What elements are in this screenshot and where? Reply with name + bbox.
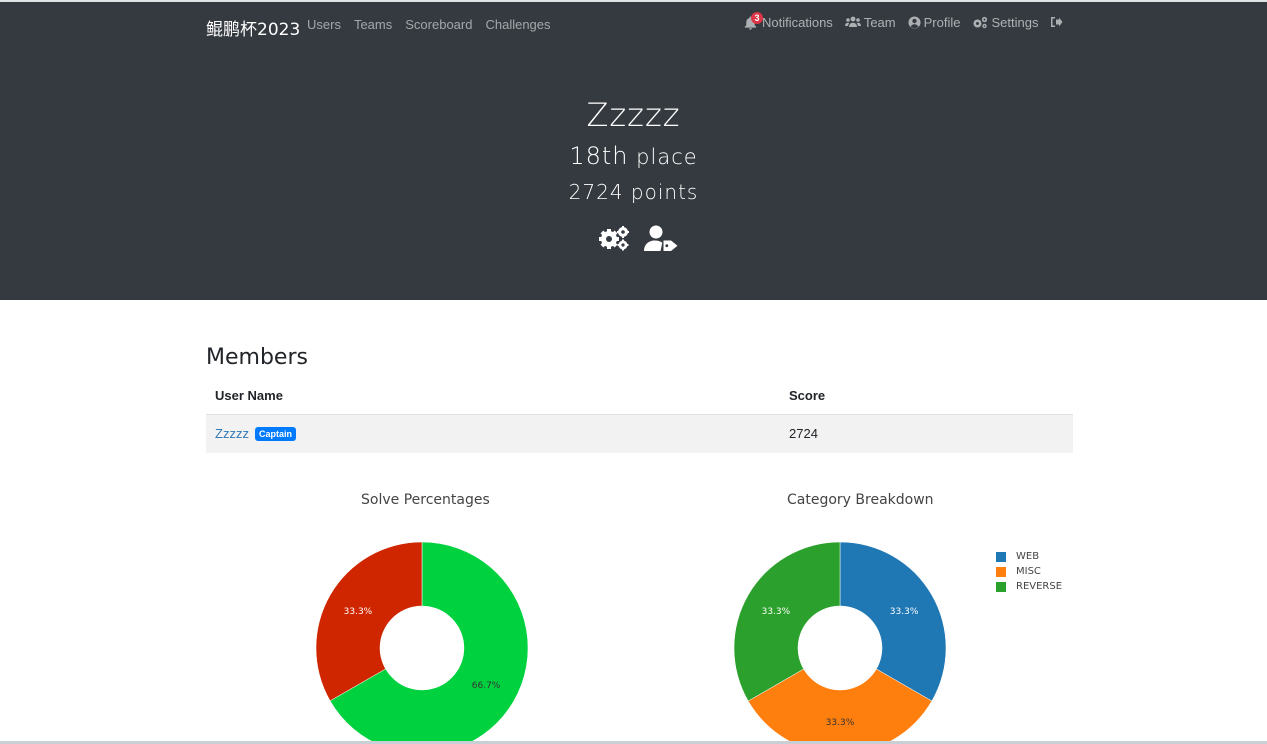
nav-settings[interactable]: Settings bbox=[972, 15, 1038, 30]
pie-slice-fails[interactable] bbox=[315, 541, 423, 702]
pie-label-misc: 33.3% bbox=[826, 718, 855, 728]
team-action-icons bbox=[598, 224, 678, 252]
nav-team[interactable]: Team bbox=[844, 14, 896, 30]
user-tag-icon[interactable] bbox=[644, 224, 678, 252]
nav-notifications[interactable]: 3 Notifications bbox=[744, 12, 833, 30]
captain-badge: Captain bbox=[254, 427, 296, 441]
team-points: 2724 points bbox=[0, 180, 1267, 204]
legend-swatch-reverse bbox=[996, 581, 1006, 592]
nav-team-label: Team bbox=[863, 14, 896, 30]
pie-label-solves: 66.7% bbox=[472, 681, 501, 691]
logout-button[interactable] bbox=[1050, 16, 1066, 28]
legend-label-web: WEB bbox=[1016, 551, 1040, 562]
notification-count-badge: 3 bbox=[751, 12, 763, 24]
points-word: points bbox=[630, 180, 699, 204]
legend-item-misc[interactable]: MISC bbox=[996, 564, 1062, 579]
members-table: User Name Score Zzzzz Captain 2724 bbox=[206, 378, 1073, 453]
category-breakdown-chart: 33.3% 33.3% 33.3% bbox=[733, 541, 947, 744]
solve-percentages-chart: 66.7% 33.3% bbox=[315, 541, 529, 744]
pie-slice-reverse[interactable] bbox=[733, 541, 841, 702]
pie-slice-web[interactable] bbox=[839, 541, 947, 702]
nav-profile[interactable]: Profile bbox=[908, 14, 961, 30]
nav-scoreboard[interactable]: Scoreboard bbox=[405, 17, 472, 32]
nav-user-menu: 3 Notifications Team Profile Settings bbox=[744, 12, 1078, 30]
legend-label-misc: MISC bbox=[1016, 566, 1041, 577]
column-header-score: Score bbox=[789, 388, 826, 403]
legend-item-web[interactable]: WEB bbox=[996, 549, 1062, 564]
pie-label-reverse: 33.3% bbox=[762, 607, 791, 617]
team-place: 18th place bbox=[0, 142, 1267, 170]
legend-label-reverse: REVERSE bbox=[1016, 581, 1063, 592]
navbar: 鲲鹏杯2023 Users Teams Scoreboard Challenge… bbox=[0, 2, 1267, 46]
nav-users[interactable]: Users bbox=[307, 17, 341, 32]
member-name-link[interactable]: Zzzzz bbox=[215, 426, 249, 441]
nav-notifications-label: Notifications bbox=[762, 14, 833, 30]
category-chart-title: Category Breakdown bbox=[787, 492, 934, 508]
nav-teams[interactable]: Teams bbox=[354, 17, 392, 32]
members-title: Members bbox=[206, 345, 308, 370]
nav-settings-label: Settings bbox=[991, 14, 1039, 30]
users-icon bbox=[844, 16, 861, 27]
pie-label-fails: 33.3% bbox=[344, 607, 373, 617]
member-name-cell: Zzzzz Captain bbox=[215, 426, 296, 441]
pie-label-web: 33.3% bbox=[890, 607, 919, 617]
legend-item-reverse[interactable]: REVERSE bbox=[996, 579, 1062, 594]
column-header-user-name: User Name bbox=[215, 388, 283, 403]
nav-links: Users Teams Scoreboard Challenges bbox=[307, 17, 564, 32]
table-header-row: User Name Score bbox=[206, 378, 1073, 415]
points-number: 2724 bbox=[568, 180, 624, 204]
legend-swatch-web bbox=[996, 551, 1006, 562]
place-number: 18th bbox=[569, 142, 629, 170]
sign-out-icon bbox=[1051, 17, 1063, 27]
table-row: Zzzzz Captain 2724 bbox=[206, 415, 1073, 453]
brand-logo[interactable]: 鲲鹏杯2023 bbox=[206, 15, 300, 40]
legend-swatch-misc bbox=[996, 566, 1006, 577]
category-legend: WEB MISC REVERSE bbox=[996, 549, 1062, 594]
team-settings-icon[interactable] bbox=[598, 224, 632, 252]
gears-icon bbox=[973, 16, 988, 28]
place-word: place bbox=[636, 145, 698, 169]
nav-profile-label: Profile bbox=[923, 14, 961, 30]
member-score-cell: 2724 bbox=[789, 426, 818, 441]
bell-icon: 3 bbox=[744, 12, 763, 30]
nav-challenges[interactable]: Challenges bbox=[485, 17, 550, 32]
solve-chart-title: Solve Percentages bbox=[361, 492, 490, 508]
team-header: 鲲鹏杯2023 Users Teams Scoreboard Challenge… bbox=[0, 2, 1267, 300]
user-circle-icon bbox=[908, 16, 921, 28]
team-name: Zzzzz bbox=[586, 96, 681, 134]
